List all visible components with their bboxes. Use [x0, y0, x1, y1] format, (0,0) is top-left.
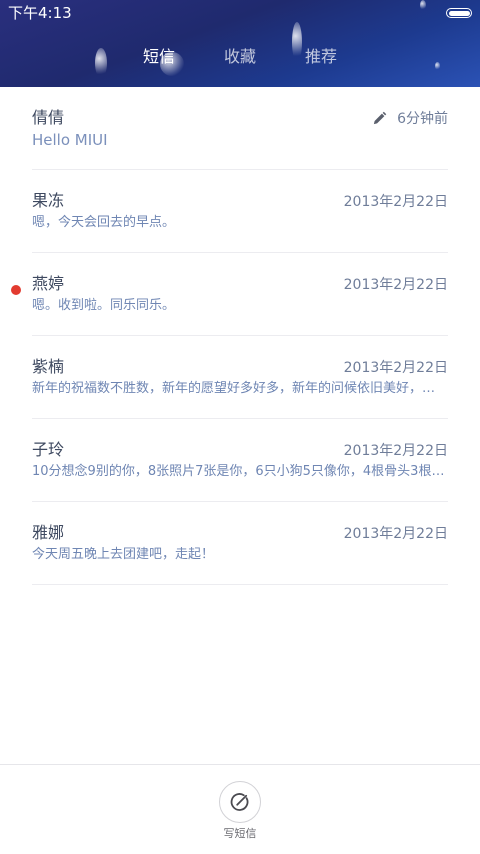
water-drop-decoration — [420, 0, 426, 10]
conversation-item[interactable]: 倩倩 6分钟前 Hello MIUI — [0, 87, 480, 170]
tab-favorites[interactable]: 收藏 — [224, 44, 256, 70]
message-preview: 今天周五晚上去团建吧，走起！ — [32, 547, 215, 562]
unread-dot-icon — [11, 285, 21, 295]
conversation-item[interactable]: 燕婷 2013年2月22日 嗯。收到啦。同乐同乐。 — [0, 253, 480, 336]
message-time: 6分钟前 — [397, 111, 448, 127]
message-time: 2013年2月22日 — [343, 526, 448, 542]
message-time: 2013年2月22日 — [343, 277, 448, 293]
conversation-item[interactable]: 子玲 2013年2月22日 10分想念9别的你，8张照片7张是你，6只小狗5只像… — [0, 419, 480, 502]
conversation-item[interactable]: 雅娜 2013年2月22日 今天周五晚上去团建吧，走起！ — [0, 502, 480, 585]
tab-bar: 短信 收藏 推荐 — [0, 44, 480, 70]
tab-sms[interactable]: 短信 — [143, 44, 175, 70]
contact-name: 雅娜 — [32, 523, 65, 542]
conversation-item[interactable]: 果冻 2013年2月22日 嗯，今天会回去的早点。 — [0, 170, 480, 253]
message-preview: Hello MIUI — [32, 131, 108, 149]
message-preview: 新年的祝福数不胜数，新年的愿望好多好多，新年的问候依旧美好，新年的短信 — [32, 381, 448, 396]
conversation-item[interactable]: 紫楠 2013年2月22日 新年的祝福数不胜数，新年的愿望好多好多，新年的问候依… — [0, 336, 480, 419]
battery-icon — [446, 8, 472, 18]
conversation-list: 倩倩 6分钟前 Hello MIUI 果冻 2013年2月22日 嗯，今天会回去… — [0, 87, 480, 585]
contact-name: 燕婷 — [32, 274, 65, 293]
message-time: 2013年2月22日 — [343, 443, 448, 459]
divider — [32, 584, 448, 585]
pencil-icon — [373, 111, 387, 125]
contact-name: 倩倩 — [32, 108, 65, 127]
contact-name: 紫楠 — [32, 357, 65, 376]
compose-label: 写短信 — [223, 827, 257, 840]
compose-icon — [230, 793, 249, 811]
message-time: 2013年2月22日 — [343, 360, 448, 376]
message-preview: 嗯，今天会回去的早点。 — [32, 215, 176, 230]
tab-recommend[interactable]: 推荐 — [305, 44, 337, 70]
message-preview: 10分想念9别的你，8张照片7张是你，6只小狗5只像你，4根骨头3根给你 — [32, 464, 448, 479]
header: 下午4:13 短信 收藏 推荐 — [0, 0, 480, 87]
status-time: 下午4:13 — [8, 4, 72, 22]
message-time: 2013年2月22日 — [343, 194, 448, 210]
message-preview: 嗯。收到啦。同乐同乐。 — [32, 298, 176, 313]
contact-name: 果冻 — [32, 191, 65, 210]
compose-button[interactable] — [219, 781, 261, 823]
bottom-bar: 写短信 — [0, 764, 480, 854]
contact-name: 子玲 — [32, 440, 65, 459]
